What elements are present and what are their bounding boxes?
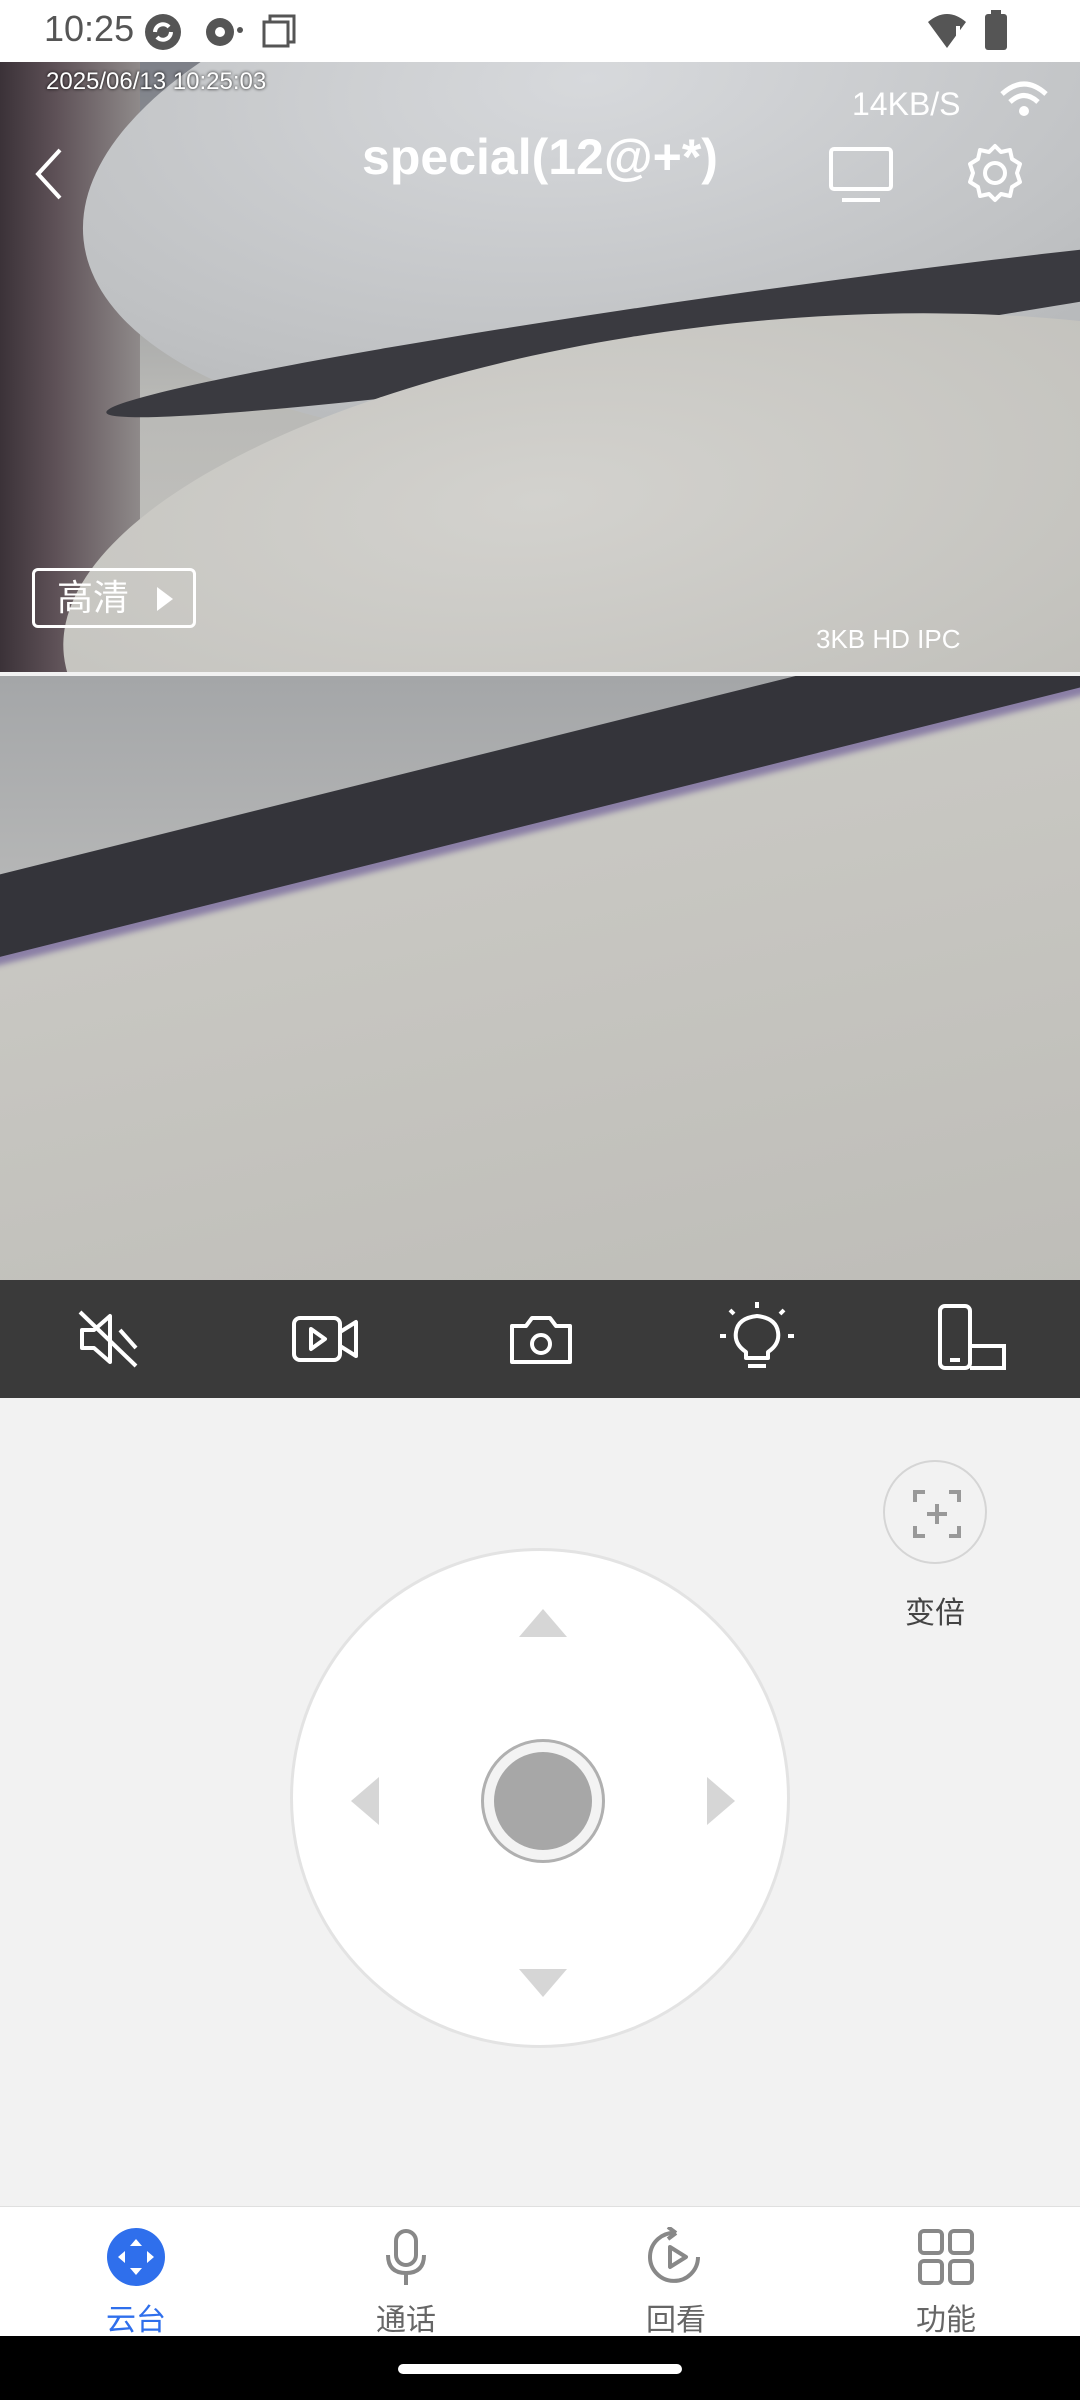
network-speed: 14KB/S — [852, 86, 961, 122]
arrow-right-icon[interactable] — [701, 1773, 741, 1829]
quality-toggle-button[interactable]: 高清 — [32, 568, 196, 628]
tv-icon[interactable] — [828, 146, 894, 206]
joystick-center-knob[interactable] — [481, 1739, 605, 1863]
disc-icon — [206, 18, 243, 46]
bottom-nav: 云台 通话 回看 功能 — [0, 2206, 1080, 2337]
zoom-button[interactable] — [883, 1460, 987, 1564]
camera-title: special(12@+*) — [362, 129, 718, 185]
back-icon[interactable] — [30, 144, 70, 204]
arrow-up-icon[interactable] — [515, 1603, 571, 1643]
nav-item-ptz[interactable]: 云台 — [66, 2217, 206, 2337]
zoom-icon — [913, 1490, 961, 1538]
nav-item-playback[interactable]: 回看 — [606, 2217, 746, 2337]
mute-icon[interactable] — [70, 1300, 148, 1378]
home-gesture-handle[interactable] — [398, 2364, 682, 2374]
settings-gear-icon[interactable] — [964, 142, 1026, 204]
arrow-left-icon[interactable] — [345, 1773, 385, 1829]
sync-icon — [145, 14, 181, 50]
nav-item-talk[interactable]: 通话 — [336, 2217, 476, 2337]
video-toolbar — [0, 1280, 1080, 1398]
light-icon[interactable] — [718, 1300, 796, 1378]
playback-icon — [648, 2227, 700, 2283]
live-video-main[interactable]: 2025/06/13 10:25:03 14KB/S special(12@+*… — [0, 62, 1080, 672]
ipc-overlay-text: 3KB HD IPC — [816, 624, 961, 654]
nav-label-ptz: 云台 — [106, 2304, 166, 2337]
nav-label-talk: 通话 — [376, 2304, 436, 2337]
zoom-label: 变倍 — [905, 1597, 965, 1630]
live-video-secondary[interactable] — [0, 676, 1080, 1280]
status-bar: 10:25 — [0, 0, 1080, 62]
ptz-joystick[interactable] — [290, 1548, 790, 2048]
snapshot-icon[interactable] — [502, 1300, 580, 1378]
quality-label: 高清 — [57, 577, 130, 618]
status-time: 10:25 — [44, 8, 135, 49]
nav-label-functions: 功能 — [916, 2304, 976, 2337]
nav-item-functions[interactable]: 功能 — [876, 2217, 1016, 2337]
wifi-warning-icon — [928, 14, 966, 48]
nav-label-playback: 回看 — [646, 2304, 706, 2337]
record-video-icon[interactable] — [286, 1300, 364, 1378]
video-timestamp: 2025/06/13 10:25:03 — [46, 68, 267, 95]
system-nav-bar — [0, 2336, 1080, 2400]
wifi-icon — [1000, 81, 1048, 116]
screen-orientation-icon[interactable] — [934, 1300, 1012, 1378]
grid-icon — [918, 2229, 974, 2285]
arrow-down-icon[interactable] — [515, 1963, 571, 2003]
play-triangle-icon — [157, 587, 173, 611]
battery-icon — [985, 10, 1007, 50]
copy-icon — [262, 14, 296, 48]
ptz-control-panel: 变倍 — [0, 1398, 1080, 2206]
ptz-icon — [107, 2228, 165, 2286]
microphone-icon — [386, 2229, 426, 2285]
